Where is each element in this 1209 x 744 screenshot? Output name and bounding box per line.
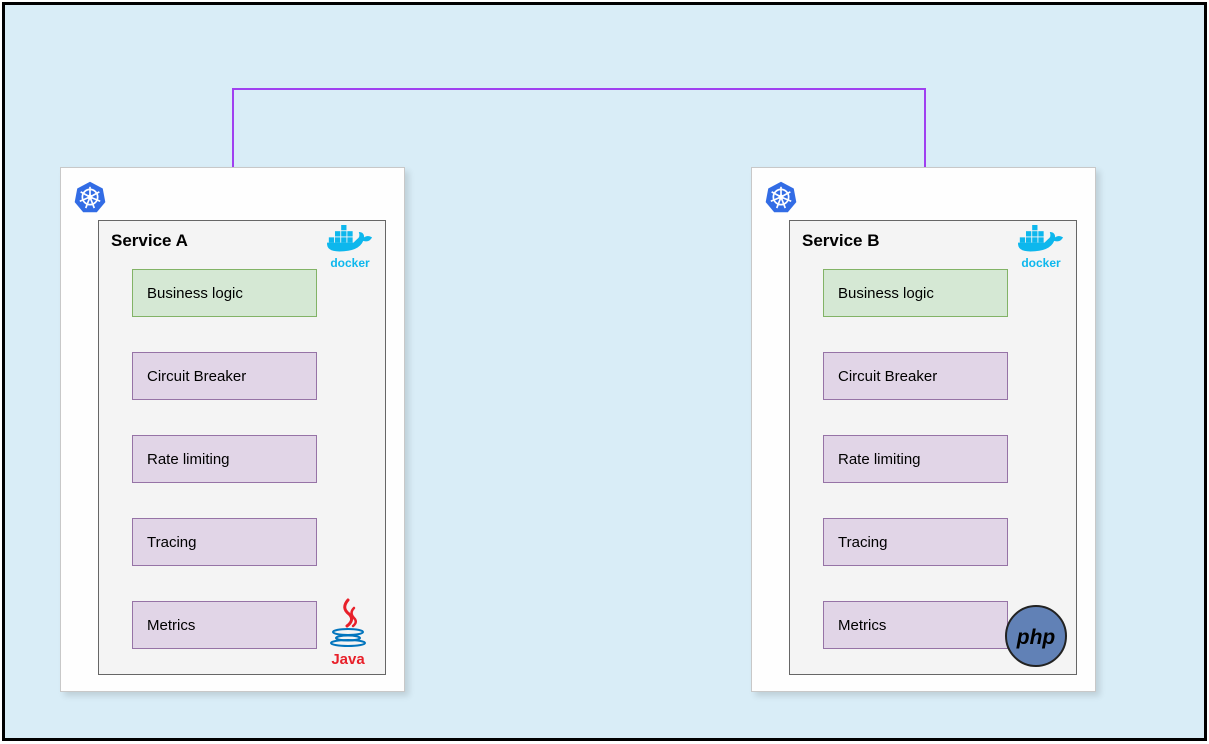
pod-service-a: Service A docker Business logic Circuit …	[60, 167, 405, 692]
box-tracing: Tracing	[132, 518, 317, 566]
docker-icon: docker	[321, 225, 379, 270]
service-b-container: Service B docker Business logic Circuit …	[789, 220, 1077, 675]
pod-service-b: Service B docker Business logic Circuit …	[751, 167, 1096, 692]
diagram-canvas: Service A docker Business logic Circuit …	[2, 2, 1207, 741]
docker-icon: docker	[1012, 225, 1070, 270]
svg-text:php: php	[1016, 626, 1056, 649]
box-circuit-breaker: Circuit Breaker	[823, 352, 1008, 400]
kubernetes-icon	[73, 180, 107, 214]
kubernetes-icon	[764, 180, 798, 214]
box-rate-limiting: Rate limiting	[132, 435, 317, 483]
box-circuit-breaker: Circuit Breaker	[132, 352, 317, 400]
service-a-container: Service A docker Business logic Circuit …	[98, 220, 386, 675]
box-business-logic: Business logic	[823, 269, 1008, 317]
box-tracing: Tracing	[823, 518, 1008, 566]
box-metrics: Metrics	[823, 601, 1008, 649]
java-icon: Java	[319, 598, 377, 668]
service-b-title: Service B	[802, 231, 880, 251]
box-metrics: Metrics	[132, 601, 317, 649]
php-icon: php	[1004, 604, 1068, 668]
box-rate-limiting: Rate limiting	[823, 435, 1008, 483]
box-business-logic: Business logic	[132, 269, 317, 317]
service-a-title: Service A	[111, 231, 188, 251]
